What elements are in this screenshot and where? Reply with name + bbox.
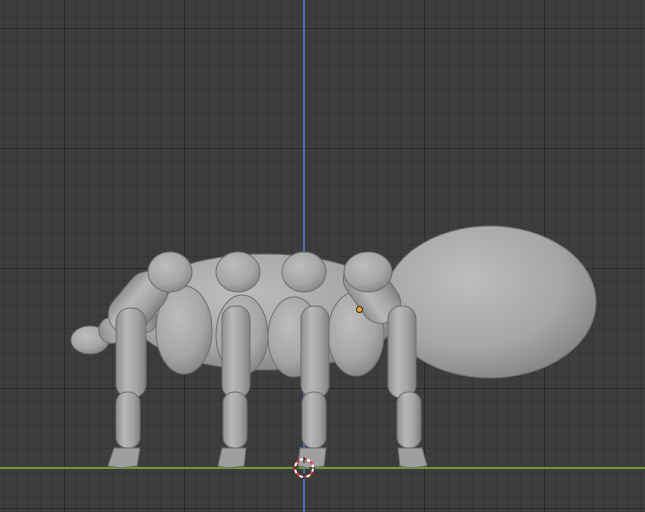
3d-viewport[interactable]: [0, 0, 645, 512]
3d-cursor-icon[interactable]: [293, 457, 315, 479]
spider-model[interactable]: [0, 0, 645, 512]
object-origin-dot: [356, 306, 363, 313]
